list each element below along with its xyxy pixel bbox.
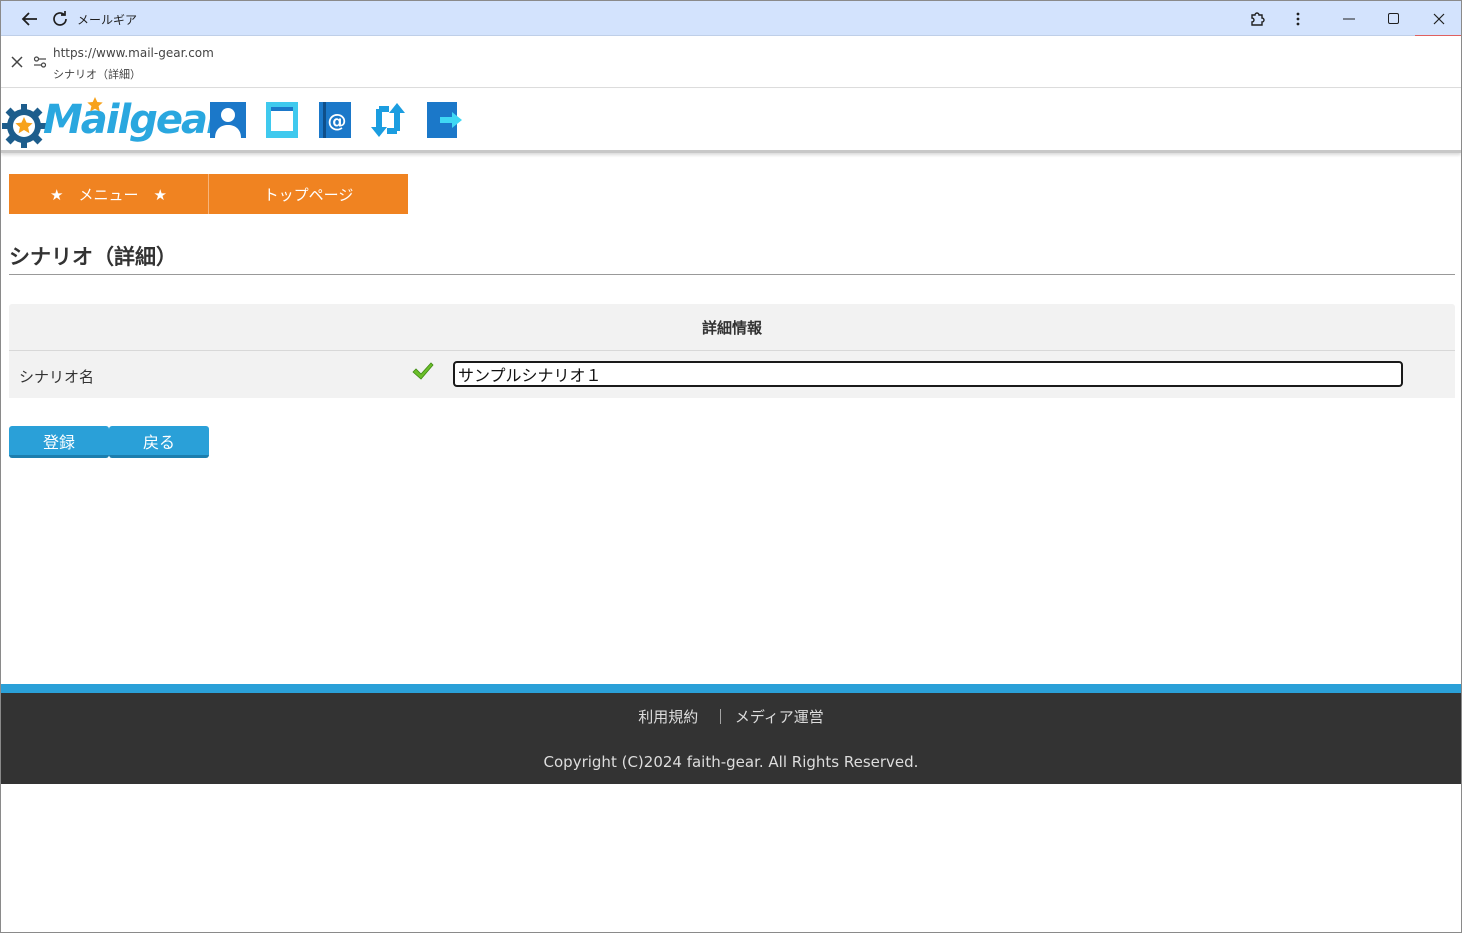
action-buttons: 登録 戻る	[9, 426, 209, 458]
terms-link[interactable]: 利用規約	[638, 708, 698, 726]
footer-links: 利用規約 ｜ メディア運営	[1, 706, 1461, 727]
scenario-name-input[interactable]	[453, 361, 1403, 387]
sync-icon[interactable]	[369, 101, 407, 141]
register-button[interactable]: 登録	[9, 426, 109, 458]
browser-window: メールギア https://www.mail-gear.com シナリオ（詳細）	[0, 0, 1462, 933]
top-page-button[interactable]: トップページ	[209, 174, 408, 214]
tab-title: メールギア	[77, 13, 138, 27]
media-link[interactable]: メディア運営	[735, 708, 824, 726]
detail-table: 詳細情報 シナリオ名	[9, 304, 1455, 398]
back-button[interactable]: 戻る	[109, 426, 209, 458]
title-bar: メールギア	[1, 1, 1461, 37]
scenario-name-label: シナリオ名	[19, 368, 95, 386]
more-icon[interactable]	[1283, 1, 1313, 36]
logout-icon[interactable]	[426, 101, 464, 141]
extensions-icon[interactable]	[1243, 1, 1273, 36]
stop-icon[interactable]	[10, 54, 24, 73]
book-icon[interactable]	[263, 101, 301, 141]
address-book-icon[interactable]: @	[316, 101, 354, 141]
page-heading: シナリオ（詳細）	[9, 245, 177, 269]
url-text[interactable]: https://www.mail-gear.com	[53, 46, 214, 60]
heading-divider	[9, 274, 1455, 275]
check-icon	[412, 362, 434, 380]
footer-accent	[1, 684, 1461, 693]
copyright-text: Copyright (C)2024 faith-gear. All Rights…	[543, 753, 919, 771]
user-icon[interactable]	[209, 101, 247, 141]
svg-text:@: @	[328, 110, 347, 132]
section-header: 詳細情報	[9, 304, 1455, 351]
address-bar: https://www.mail-gear.com シナリオ（詳細）	[1, 36, 1461, 88]
menu-button[interactable]: ★ メニュー ★	[9, 174, 209, 214]
footer: 利用規約 ｜ メディア運営 Copyright (C)2024 faith-ge…	[1, 693, 1461, 784]
menu-bar: ★ メニュー ★ トップページ	[9, 174, 408, 214]
site-header: Mailgear @	[1, 89, 1461, 153]
footer-separator: ｜	[713, 708, 729, 726]
close-icon[interactable]	[1416, 1, 1461, 36]
mailgear-logo[interactable]: Mailgear	[1, 95, 226, 149]
gear-icon	[2, 104, 46, 148]
logo-text: Mailgear	[43, 97, 226, 143]
back-icon[interactable]	[15, 1, 45, 36]
page-title-text: シナリオ（詳細）	[53, 68, 141, 81]
reload-icon[interactable]	[45, 1, 75, 36]
minimize-icon[interactable]	[1326, 1, 1372, 36]
site-settings-icon[interactable]	[33, 54, 47, 73]
star-icon	[87, 97, 103, 112]
table-row: シナリオ名	[9, 351, 1455, 398]
maximize-icon[interactable]	[1370, 1, 1416, 36]
